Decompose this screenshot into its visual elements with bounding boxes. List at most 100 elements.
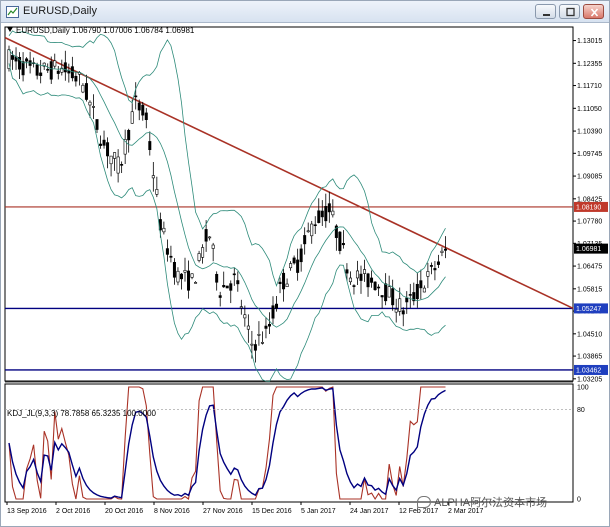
candle-body: [144, 112, 148, 120]
candle-body: [260, 342, 264, 344]
candle-body: [345, 269, 349, 274]
price-tick-label: 1.11710: [577, 83, 602, 90]
price-tick-label: 1.03205: [577, 376, 602, 383]
candle-body: [398, 298, 402, 312]
candle-body: [422, 287, 426, 293]
candle-body: [440, 250, 444, 253]
maximize-button[interactable]: [559, 4, 580, 19]
candle-body: [211, 244, 215, 249]
candle-body: [317, 210, 321, 223]
candle-body: [419, 280, 423, 289]
candle-body: [299, 248, 303, 263]
candle-body: [401, 310, 405, 315]
candle-body: [313, 224, 317, 227]
indicator-pane: [4, 383, 574, 503]
candle-body: [348, 277, 352, 283]
candle-body: [127, 129, 131, 141]
candle-body: [25, 58, 29, 62]
candle-body: [137, 102, 141, 111]
candle-body: [99, 143, 103, 146]
candle-body: [320, 210, 324, 218]
close-button[interactable]: [583, 4, 604, 19]
candle-body: [116, 156, 120, 174]
chart-icon: [6, 6, 19, 18]
candle-body: [130, 111, 134, 124]
price-chart[interactable]: 1.13015 1.12355 1.11710 1.11050 1.10390 1.097…: [1, 23, 609, 527]
price-tick-label: 1.12355: [577, 61, 602, 68]
candle-body: [84, 83, 88, 100]
candle-body: [109, 155, 113, 165]
candle-body: [172, 261, 176, 278]
candle-body: [53, 60, 57, 67]
price-tick-label: 1.04510: [577, 331, 602, 338]
candle-body: [151, 175, 155, 179]
candle-body: [176, 270, 180, 283]
price-label-text: 1.06981: [576, 246, 601, 253]
candle-body: [187, 270, 191, 291]
candle-body: [384, 283, 388, 302]
candle-body: [11, 55, 15, 60]
price-tick-label: 1.03865: [577, 354, 602, 361]
candle-body: [373, 281, 377, 291]
candle-body: [278, 281, 282, 285]
date-tick-label: 15 Dec 2016: [252, 508, 292, 515]
maximize-icon: [566, 7, 575, 17]
candle-body: [208, 236, 212, 239]
candle-body: [405, 297, 409, 303]
candle-body: [225, 285, 229, 289]
candle-body: [338, 231, 342, 251]
candle-body: [113, 152, 117, 159]
chart-window: EURUSD,Daily 1.13015 1.12355 1.11710 1.1105…: [0, 0, 610, 527]
candle-body: [183, 270, 187, 273]
candle-body: [201, 247, 205, 258]
price-tick-label: 1.09745: [577, 151, 602, 158]
candle-body: [243, 314, 247, 319]
candle-body: [264, 325, 268, 329]
candle-body: [95, 119, 99, 130]
date-tick-label: 5 Jan 2017: [301, 508, 336, 515]
candle-body: [165, 248, 169, 255]
chart-header: EURUSD,Daily 1.06790 1.07006 1.06784 1.0…: [7, 26, 194, 35]
date-tick-label: 2 Oct 2016: [56, 508, 90, 515]
candle-body: [296, 259, 300, 273]
candle-body: [324, 206, 328, 222]
candle-body: [282, 272, 286, 290]
candle-body: [352, 285, 356, 287]
candle-body: [257, 334, 261, 336]
candle-body: [366, 273, 370, 288]
candle-body: [341, 243, 345, 246]
price-label-text: 1.08190: [576, 204, 601, 211]
candle-body: [433, 268, 437, 271]
candle-body: [91, 106, 95, 108]
date-tick-label: 20 Oct 2016: [105, 508, 143, 515]
candle-body: [236, 280, 240, 285]
watermark: ALPHA阿尔法资本市场: [417, 494, 547, 510]
candle-body: [303, 235, 307, 245]
candle-body: [63, 62, 67, 73]
price-tick-label: 1.05815: [577, 286, 602, 293]
candle-body: [81, 84, 85, 93]
candle-body: [331, 210, 335, 216]
candle-body: [190, 273, 194, 278]
price-label-text: 1.05247: [576, 306, 601, 313]
title-bar: EURUSD,Daily: [1, 1, 609, 23]
price-label-text: 1.03462: [576, 367, 601, 374]
close-icon: [590, 8, 599, 17]
candle-body: [197, 253, 201, 261]
candle-body: [443, 248, 447, 251]
watermark-text: ALPHA阿尔法资本市场: [434, 497, 548, 509]
candle-body: [179, 273, 183, 280]
price-tick-label: 1.06475: [577, 264, 602, 271]
candle-body: [218, 295, 222, 298]
candle-body: [229, 283, 233, 291]
candle-body: [74, 75, 78, 82]
candle-body: [292, 257, 296, 264]
candle-body: [377, 286, 381, 289]
date-tick-label: 24 Jan 2017: [350, 508, 389, 515]
candle-body: [141, 104, 145, 116]
indicator-tick-label: 0: [577, 497, 581, 504]
candle-body: [120, 164, 124, 166]
candle-body: [363, 269, 367, 274]
minimize-button[interactable]: [535, 4, 556, 19]
candle-body: [387, 286, 391, 298]
